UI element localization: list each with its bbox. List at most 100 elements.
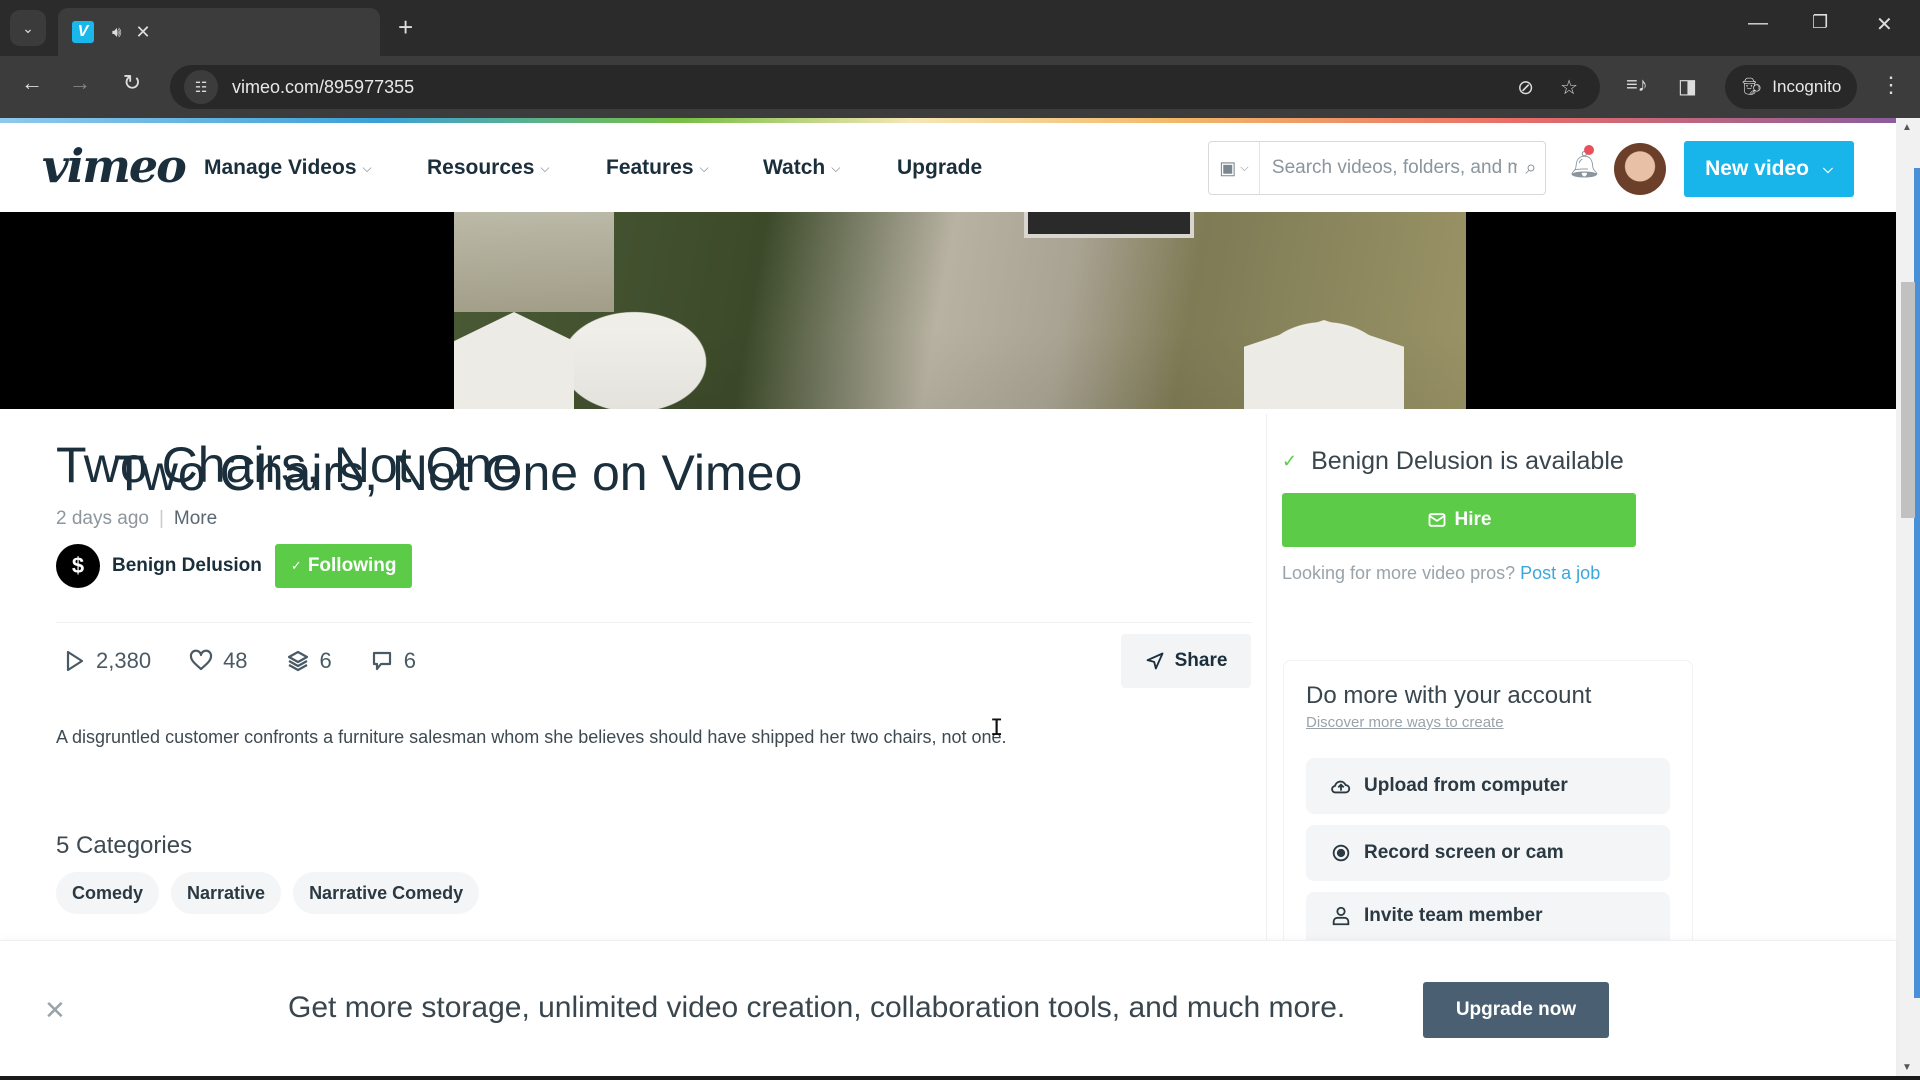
nav-label: Manage Videos xyxy=(204,156,357,179)
search-type-dropdown[interactable]: ▣ ⌵ xyxy=(1209,142,1260,194)
scroll-up-icon[interactable]: ▲ xyxy=(1902,122,1912,133)
video-frame[interactable] xyxy=(454,212,1466,409)
video-player[interactable] xyxy=(0,212,1896,409)
reload-icon[interactable]: ↻ xyxy=(116,70,148,96)
back-icon[interactable]: ← xyxy=(16,70,48,96)
category-tag[interactable]: Comedy xyxy=(56,872,160,914)
hire-button[interactable]: Hire xyxy=(1282,493,1636,547)
action-label: Invite team member xyxy=(1364,905,1543,926)
send-icon xyxy=(1146,652,1164,670)
vimeo-logo[interactable]: vimeo xyxy=(42,139,187,193)
banner-text: Get more storage, unlimited video creati… xyxy=(288,991,1346,1024)
search-icon[interactable]: ⌕ xyxy=(1517,157,1545,180)
video-scene-door xyxy=(1024,212,1194,238)
address-bar[interactable]: ☷ vimeo.com/895977355 ⊘ ☆ xyxy=(170,65,1600,109)
restore-icon[interactable]: ❐ xyxy=(1812,12,1828,33)
following-button[interactable]: ✓ Following xyxy=(274,544,413,588)
close-window-icon[interactable]: ✕ xyxy=(1876,12,1893,37)
scroll-down-icon[interactable]: ▼ xyxy=(1902,1062,1912,1073)
video-meta: 2 days ago | More xyxy=(56,508,217,530)
creator-name[interactable]: Benign Delusion xyxy=(112,555,262,577)
meta-separator: | xyxy=(158,508,164,529)
following-label: Following xyxy=(307,555,397,576)
record-screen-button[interactable]: Record screen or cam xyxy=(1306,825,1670,881)
category-list: Comedy Narrative Narrative Comedy xyxy=(56,872,480,914)
share-button[interactable]: Share xyxy=(1121,634,1251,688)
user-avatar[interactable] xyxy=(1614,143,1666,195)
side-panel-icon[interactable]: ◨ xyxy=(1678,74,1697,99)
url-text[interactable]: vimeo.com/895977355 xyxy=(232,77,414,98)
menu-icon[interactable]: ⋮ xyxy=(1880,72,1902,98)
upload-from-computer-button[interactable]: Upload from computer xyxy=(1306,758,1670,814)
more-link[interactable]: More xyxy=(174,508,217,530)
creator-row: $ Benign Delusion ✓ Following xyxy=(56,544,413,588)
invite-team-member-button[interactable]: Invite team member xyxy=(1306,892,1670,940)
chevron-down-icon: ⌵ xyxy=(1240,161,1249,174)
speaker-icon[interactable]: 🔊︎ xyxy=(112,24,121,41)
site-info-icon[interactable]: ☷ xyxy=(184,70,218,104)
likes-stat[interactable]: 48 xyxy=(189,648,248,674)
close-tab-icon[interactable]: ✕ xyxy=(135,22,150,43)
chevron-down-icon: ⌵ xyxy=(1823,161,1833,176)
chevron-down-icon: ⌄ xyxy=(22,19,34,36)
nav-upgrade[interactable]: Upgrade xyxy=(897,156,982,180)
availability-status: ✓ Benign Delusion is available xyxy=(1282,447,1624,476)
browser-toolbar: ← → ↻ ☷ vimeo.com/895977355 ⊘ ☆ ≡♪ ◨ 🕵︎ … xyxy=(0,56,1920,118)
chevron-down-icon: ⌵ xyxy=(362,160,372,175)
creator-avatar[interactable]: $ xyxy=(56,544,100,588)
star-icon[interactable]: ☆ xyxy=(1560,75,1578,100)
nav-manage-videos[interactable]: Manage Videos ⌵ xyxy=(204,156,372,180)
nav-label: Features xyxy=(606,156,694,179)
nav-watch[interactable]: Watch ⌵ xyxy=(763,156,840,180)
person-icon xyxy=(1332,906,1350,926)
availability-text: Benign Delusion is available xyxy=(1311,447,1624,475)
page-scrollbar[interactable]: ▲ ▼ xyxy=(1896,118,1920,1080)
record-icon xyxy=(1332,844,1350,862)
collections-stat[interactable]: 6 xyxy=(286,648,332,674)
minimize-icon[interactable]: — xyxy=(1748,12,1768,35)
nav-label: Resources xyxy=(427,156,535,179)
chevron-down-icon: ⌵ xyxy=(699,160,709,175)
forward-icon[interactable]: → xyxy=(64,70,96,96)
layers-icon xyxy=(287,650,308,672)
browser-tab[interactable]: V Two Chairs, Not One on Vimeo 🔊︎ ✕ xyxy=(58,8,802,501)
divider xyxy=(56,622,1252,623)
comments-count: 6 xyxy=(403,648,417,673)
nav-resources[interactable]: Resources ⌵ xyxy=(427,156,550,180)
video-scene-post xyxy=(1244,320,1404,409)
post-job-link[interactable]: Post a job xyxy=(1520,563,1600,583)
site-header: vimeo Manage Videos ⌵ Resources ⌵ Features… xyxy=(0,123,1896,212)
plays-stat: 2,380 xyxy=(62,648,151,674)
collections-count: 6 xyxy=(319,648,332,673)
browser-tab-bar: ⌄ V Two Chairs, Not One on Vimeo 🔊︎ ✕ + … xyxy=(0,0,1920,501)
likes-count: 48 xyxy=(223,648,248,673)
nav-features[interactable]: Features ⌵ xyxy=(606,156,709,180)
new-video-button[interactable]: New video ⌵ xyxy=(1684,141,1854,197)
category-tag[interactable]: Narrative xyxy=(171,872,282,914)
categories-title: 5 Categories xyxy=(56,832,193,859)
notifications-button[interactable]: 🔔︎ xyxy=(1568,145,1601,180)
search-input[interactable] xyxy=(1259,157,1517,179)
check-icon: ✓ xyxy=(1282,451,1298,471)
scroll-thumb[interactable] xyxy=(1901,282,1915,518)
tab-search-button[interactable]: ⌄ xyxy=(10,10,46,46)
plays-count: 2,380 xyxy=(96,648,152,673)
comment-icon xyxy=(372,651,391,671)
eye-off-icon[interactable]: ⊘ xyxy=(1517,75,1534,100)
chevron-down-icon: ⌵ xyxy=(540,160,550,175)
hire-label: Hire xyxy=(1454,509,1492,530)
discover-more-link[interactable]: Discover more ways to create xyxy=(1306,714,1504,731)
do-more-title: Do more with your account xyxy=(1306,682,1592,709)
divider xyxy=(1266,414,1267,940)
new-tab-button[interactable]: + xyxy=(398,12,413,43)
nav-label: Watch xyxy=(763,156,826,179)
action-label: Upload from computer xyxy=(1364,775,1568,796)
incognito-indicator[interactable]: 🕵︎ Incognito xyxy=(1725,65,1857,109)
media-icon[interactable]: ≡♪ xyxy=(1626,74,1648,97)
comments-stat[interactable]: 6 xyxy=(370,648,416,674)
search-box: ▣⌵ ⌕ xyxy=(1208,141,1546,195)
category-tag[interactable]: Narrative Comedy xyxy=(293,872,480,914)
incognito-icon: 🕵︎ xyxy=(1740,77,1763,96)
upgrade-now-button[interactable]: Upgrade now xyxy=(1423,982,1609,1038)
close-icon[interactable]: ✕ xyxy=(44,995,66,1026)
